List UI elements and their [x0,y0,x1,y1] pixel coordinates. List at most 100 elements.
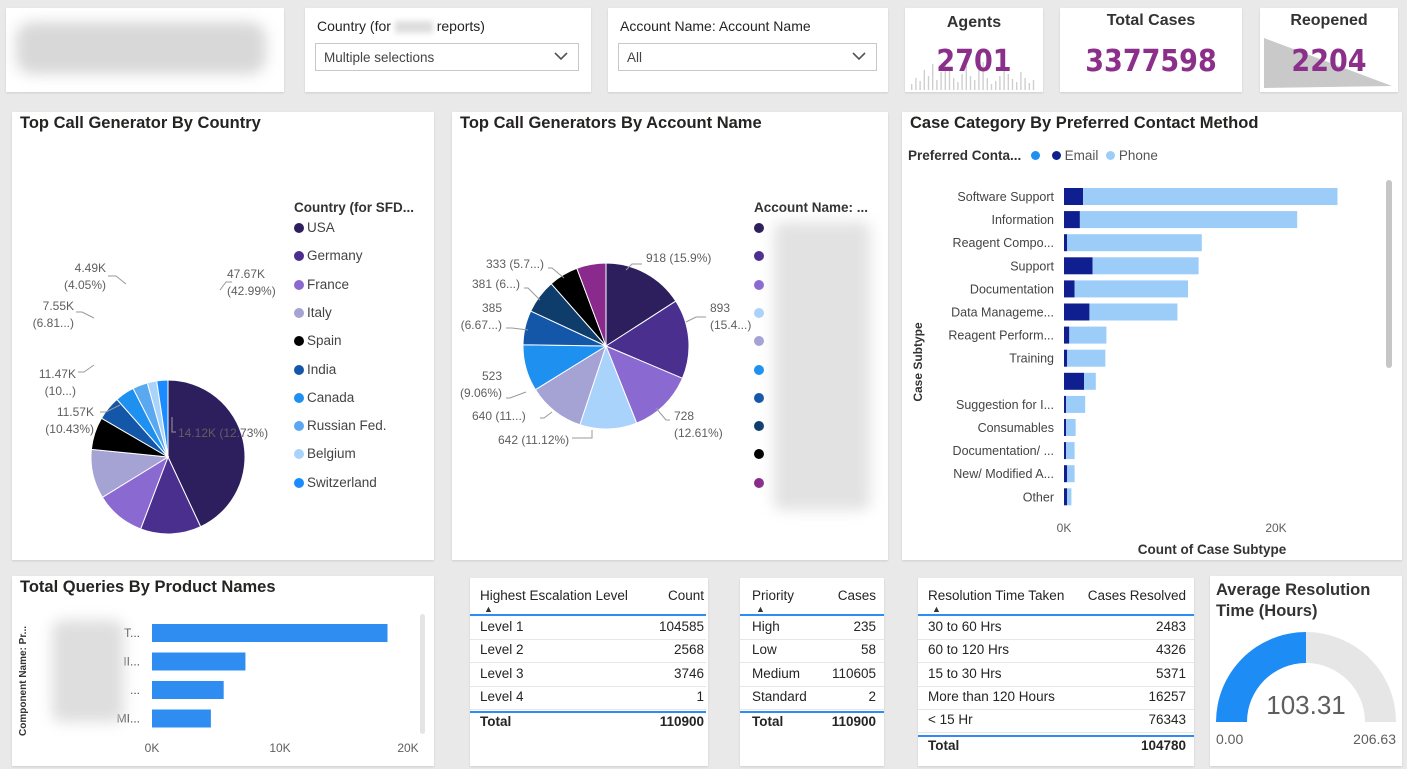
data-label: (6.67...) [461,318,502,332]
bar-phone [1069,326,1107,344]
legend-item[interactable] [754,248,767,263]
country-legend-title: Country (for SFD... [294,200,414,215]
legend-label: Canada [307,389,355,405]
bar-phone [1066,419,1076,436]
legend-dot [294,364,304,375]
bar-phone [1083,188,1338,205]
resolution-table-card: Resolution Time Taken Cases Resolved ▲ 30 t… [918,578,1194,766]
table-cell: Level 1 [480,619,524,634]
row-divider [470,639,706,640]
leader-line [76,311,95,319]
row-divider [470,662,706,664]
legend-item[interactable] [754,362,767,377]
reopened-label: Reopened [1290,12,1368,29]
legend-dot [294,336,304,347]
y-axis-title: Case Subtype [911,322,925,402]
table-cell: 3746 [673,665,704,681]
legend-label: India [307,361,337,377]
case-category-scrollbar[interactable] [1386,180,1392,368]
leader-line [572,430,593,439]
legend-item[interactable]: Switzerland [294,475,377,490]
case-category-bar-chart: Software Support Information Reagent Compo… [911,188,1338,557]
header-underline [740,614,884,616]
table-cell: 58 [860,642,876,658]
reopened-kpi-card: Reopened 2204 [1260,8,1398,92]
sparkline-bar [915,78,917,90]
legend-dot [754,364,764,375]
legend-item[interactable]: France [294,277,349,292]
legend-dot [754,279,764,290]
legend-item[interactable]: Italy [294,305,332,320]
country-dropdown-value: Multiple selections [324,50,435,65]
legend-dot [294,279,304,290]
total-divider [740,711,884,714]
x-axis-title: Count of Case Subtype [1138,542,1287,557]
legend-dot [294,477,304,488]
data-label: 11.47K [39,367,76,381]
country-dropdown[interactable]: Multiple selections [315,43,579,71]
row-divider [740,662,884,664]
account-dropdown[interactable]: All [618,43,877,71]
data-label: 14.12K (12.73%) [178,426,268,440]
sparkline-bar [995,81,997,90]
category-label: T... [124,626,140,640]
table-cell: 60 to 120 Hrs [928,642,1010,658]
category-label: II... [123,655,140,669]
legend-item[interactable] [754,446,767,461]
product-names-scrollbar[interactable] [420,614,425,734]
legend-label: Spain [307,333,342,349]
data-label: 385 [482,301,502,315]
legend-dot [754,449,764,460]
legend-item[interactable] [754,418,767,433]
legend-item[interactable]: Spain [294,333,342,348]
sparkline-bar [936,80,938,90]
row-divider [740,639,884,640]
legend-dot [294,421,304,432]
leader-line [108,275,127,285]
reopened-value: 2204 [1291,44,1367,79]
legend-dot [294,449,304,460]
legend-item[interactable] [754,333,767,348]
legend-item[interactable] [754,277,767,292]
bar-email [1064,188,1084,205]
table-cell: 15 to 30 Hrs [928,665,1002,681]
bar-phone [1066,442,1075,460]
legend-item[interactable]: USA [294,220,335,235]
data-label: (9.06%) [460,386,502,400]
legend-item[interactable]: Canada [294,390,354,405]
category-label: Data Manageme... [951,306,1054,320]
legend-item[interactable]: Russian Fed. [294,418,387,433]
row-divider [470,685,706,687]
bar-email [1064,326,1070,344]
resolution-gauge: 103.31 0.00 206.63 [1216,632,1396,747]
table-cell: Level 4 [480,688,524,704]
sparkline-bar [974,80,976,90]
x-tick-label: 10K [269,741,290,755]
legend-item[interactable] [754,390,767,405]
bar-phone [1066,395,1086,413]
total-cases-label: Total Cases [1106,12,1196,29]
leader-line [685,316,706,323]
legend-item[interactable]: India [294,362,336,377]
total-divider [470,711,706,714]
row-divider [918,639,1194,640]
column-header: Resolution Time Taken [928,588,1065,603]
case-category-card: Case Category By Preferred Contact Metho… [902,112,1402,560]
legend-item[interactable]: Belgium [294,446,356,461]
row-divider [918,685,1194,687]
legend-item[interactable] [754,305,767,320]
table-cell: 16257 [1148,688,1186,704]
data-label: 11.57K [57,405,94,419]
agents-kpi-card: Agents 2701 [905,8,1043,92]
category-label: Reagent Perform... [948,329,1054,343]
country-slicer: Country (for reports) Multiple selection… [305,8,591,92]
legend-item[interactable]: Germany [294,248,363,263]
data-label: 333 (5.7...) [486,257,544,271]
legend-item[interactable] [754,220,767,235]
legend-item[interactable] [754,475,767,490]
bar-email [1064,395,1067,413]
x-tick-label: 0K [1057,521,1072,535]
data-label: (42.99%) [227,284,276,298]
legend-dot [754,477,764,488]
data-label: (15.4...) [710,318,751,332]
